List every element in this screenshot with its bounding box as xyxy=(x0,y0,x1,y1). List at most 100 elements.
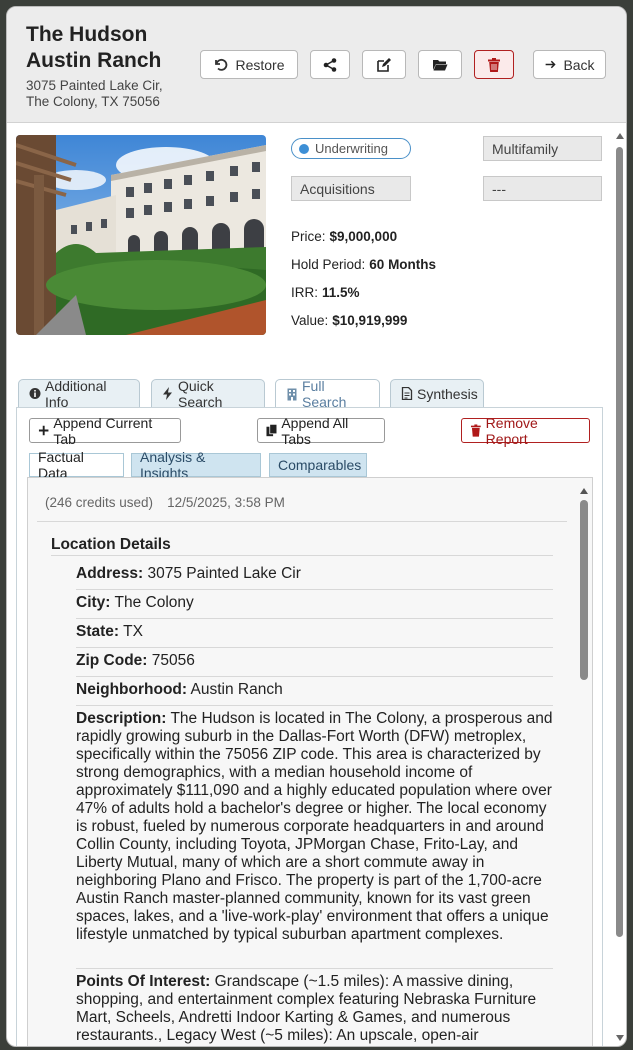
report-scrollbar[interactable] xyxy=(578,484,590,1046)
field-label: Neighborhood: xyxy=(76,681,188,698)
field-label: Zip Code: xyxy=(76,652,148,669)
remove-report-label: Remove Report xyxy=(485,414,538,447)
remove-report-button[interactable]: Remove Report xyxy=(461,415,590,447)
scroll-thumb[interactable] xyxy=(616,147,623,937)
property-photo xyxy=(16,135,266,335)
status-pill[interactable]: Underwriting xyxy=(291,138,411,159)
delete-button[interactable] xyxy=(474,50,514,79)
report-scroll-thumb[interactable] xyxy=(580,500,588,680)
hold-period-row: Hold Period: 60 Months xyxy=(291,257,436,272)
tab-synthesis[interactable]: Synthesis xyxy=(390,379,484,407)
extra-field[interactable]: --- xyxy=(483,176,602,201)
price-label: Price: xyxy=(291,229,326,244)
property-title: The Hudson Austin Ranch xyxy=(26,23,162,72)
tab-additional-info[interactable]: Additional Info xyxy=(18,377,140,410)
field-label: Description: xyxy=(76,710,167,727)
restore-button[interactable]: Restore xyxy=(200,50,298,79)
value-label: Value: xyxy=(291,313,329,328)
building-icon xyxy=(286,388,298,401)
folder-open-icon xyxy=(432,57,448,73)
status-dot-icon xyxy=(299,143,309,154)
property-window: The Hudson Austin Ranch 3075 Painted Lak… xyxy=(6,6,627,1047)
hold-period-label: Hold Period: xyxy=(291,257,366,272)
copy-icon xyxy=(266,424,278,437)
report-timestamp: 12/5/2025, 3:58 PM xyxy=(167,495,285,510)
address-line-1: 3075 Painted Lake Cir, xyxy=(26,78,163,93)
field-description: Description: The Hudson is located in Th… xyxy=(76,710,553,944)
field-zip-code: Zip Code: 75056 xyxy=(76,652,553,670)
edit-button[interactable] xyxy=(362,50,406,79)
field-label: City: xyxy=(76,594,111,611)
share-button[interactable] xyxy=(310,50,350,79)
tab-label: Full Search xyxy=(302,378,347,410)
scroll-up-arrow-icon[interactable] xyxy=(616,133,624,139)
subtab-comparables[interactable]: Comparables xyxy=(269,453,367,477)
divider xyxy=(76,647,553,648)
address-line-2: The Colony, TX 75056 xyxy=(26,94,160,109)
irr-value: 11.5% xyxy=(322,285,360,300)
main-scrollbar[interactable] xyxy=(613,125,626,1045)
arrow-right-icon xyxy=(544,58,557,71)
property-header: The Hudson Austin Ranch 3075 Painted Lak… xyxy=(7,7,626,123)
tab-label: Additional Info xyxy=(45,377,107,410)
field-value: Austin Ranch xyxy=(190,681,283,698)
subtab-analysis-insights[interactable]: Analysis & Insights xyxy=(131,449,261,481)
field-city: City: The Colony xyxy=(76,594,553,612)
info-circle-icon xyxy=(29,387,41,400)
divider xyxy=(37,521,567,522)
subtab-factual-data[interactable]: Factual Data xyxy=(29,449,124,481)
field-address: Address: 3075 Painted Lake Cir xyxy=(76,565,553,583)
subtab-label: Comparables xyxy=(278,457,362,473)
plus-icon xyxy=(38,425,49,436)
field-label: State: xyxy=(76,623,120,640)
hold-period-value: 60 Months xyxy=(369,257,437,272)
field-label: Address: xyxy=(76,565,144,582)
divider xyxy=(76,705,553,706)
divider xyxy=(76,676,553,677)
append-all-tabs-button[interactable]: Append All Tabs xyxy=(257,415,385,447)
trash-icon xyxy=(470,424,481,437)
divider xyxy=(76,618,553,619)
open-folder-button[interactable] xyxy=(418,50,462,79)
section-title: Location Details xyxy=(51,536,171,553)
value-value: $10,919,999 xyxy=(332,313,408,328)
report-meta: (246 credits used) 12/5/2025, 3:58 PM xyxy=(45,495,285,510)
field-neighborhood: Neighborhood: Austin Ranch xyxy=(76,681,553,699)
tab-label: Synthesis xyxy=(417,385,478,402)
append-all-label: Append All Tabs xyxy=(281,414,349,447)
field-value: 3075 Painted Lake Cir xyxy=(147,565,301,582)
value-row: Value: $10,919,999 xyxy=(291,313,407,328)
undo-icon xyxy=(213,57,229,73)
edit-icon xyxy=(376,57,392,73)
price-row: Price: $9,000,000 xyxy=(291,229,397,244)
asset-type-field[interactable]: Multifamily xyxy=(483,136,602,161)
append-current-tab-button[interactable]: Append Current Tab xyxy=(29,415,181,447)
irr-row: IRR: 11.5% xyxy=(291,285,360,300)
back-label: Back xyxy=(563,56,595,73)
back-button[interactable]: Back xyxy=(533,50,606,79)
tab-full-search[interactable]: Full Search xyxy=(275,378,380,410)
team-field[interactable]: Acquisitions xyxy=(291,176,411,201)
trash-icon xyxy=(486,57,502,73)
divider xyxy=(51,555,553,556)
scroll-down-arrow-icon[interactable] xyxy=(616,1035,624,1041)
bolt-icon xyxy=(162,387,174,400)
share-icon xyxy=(322,57,338,73)
field-value: 75056 xyxy=(151,652,195,669)
tab-quick-search[interactable]: Quick Search xyxy=(151,377,265,410)
divider xyxy=(76,589,553,590)
irr-label: IRR: xyxy=(291,285,318,300)
field-points-of-interest: Points Of Interest: Grandscape (~1.5 mil… xyxy=(76,973,553,1045)
property-address: 3075 Painted Lake Cir, The Colony, TX 75… xyxy=(26,78,163,110)
price-value: $9,000,000 xyxy=(329,229,398,244)
status-text: Underwriting xyxy=(315,141,388,156)
append-current-label: Append Current Tab xyxy=(53,414,153,447)
field-value: The Hudson is located in The Colony, a p… xyxy=(76,710,553,943)
field-label: Points Of Interest: xyxy=(76,973,211,990)
field-value: TX xyxy=(123,623,143,640)
report-scroll-up-icon[interactable] xyxy=(580,488,588,494)
tab-label: Quick Search xyxy=(178,377,223,410)
credits-used: (246 credits used) xyxy=(45,495,154,510)
restore-label: Restore xyxy=(235,56,285,73)
field-value: The Colony xyxy=(114,594,194,611)
